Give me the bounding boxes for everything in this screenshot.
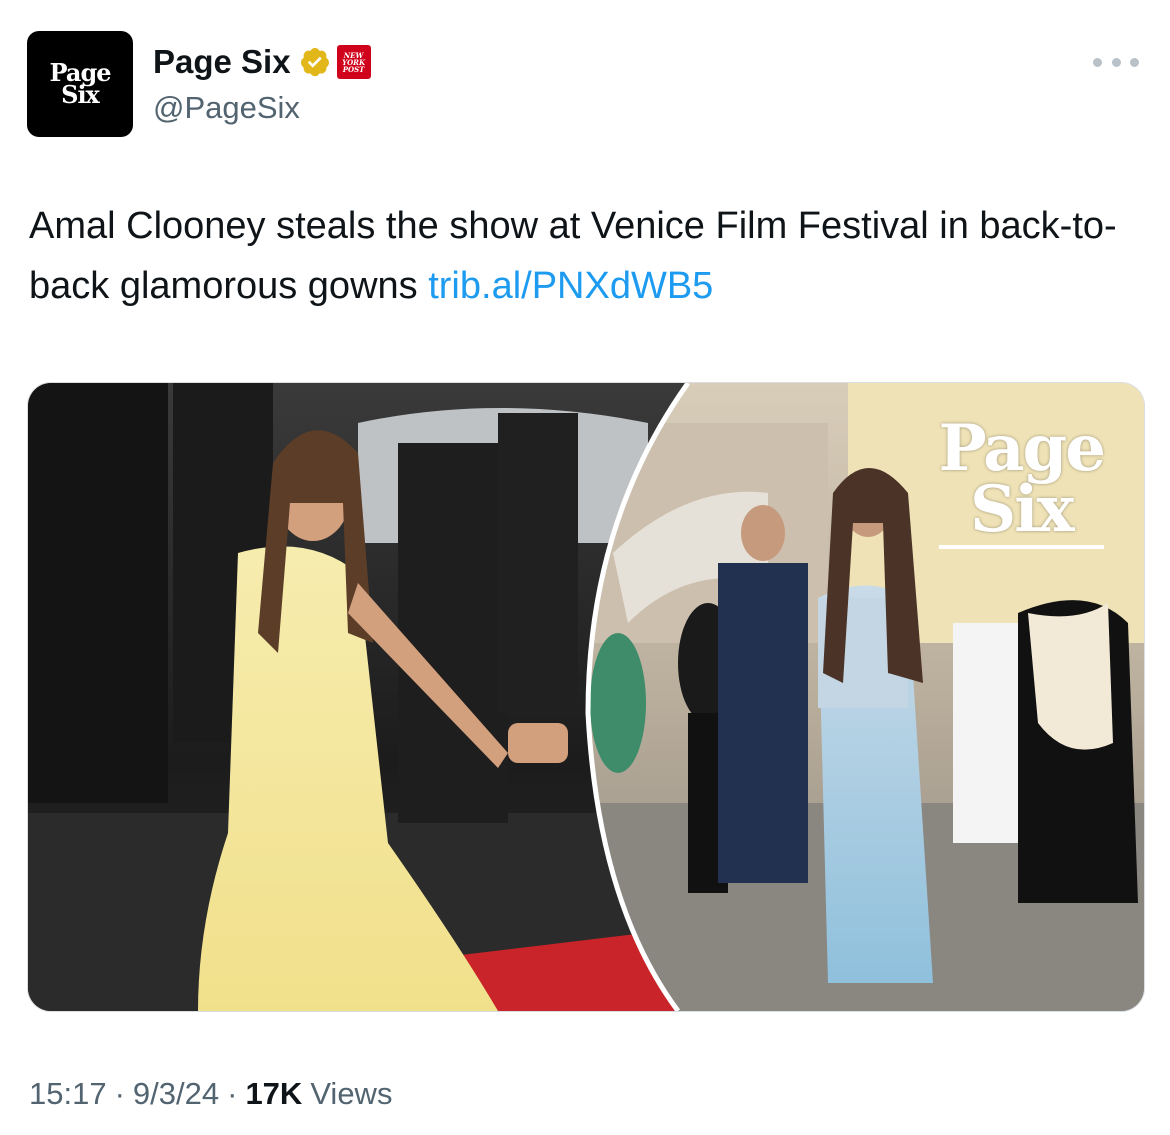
- tweet-media[interactable]: Page Six: [27, 382, 1145, 1012]
- watermark-six: Six: [969, 471, 1075, 547]
- watermark-page: Page: [938, 411, 1106, 486]
- author-name-row: Page Six NEW YORK POST: [153, 40, 371, 84]
- more-options-icon[interactable]: [1093, 50, 1139, 74]
- avatar-text-six: Six: [61, 80, 100, 109]
- tweet-meta: 15:17 · 9/3/24 · 17K Views: [29, 1076, 392, 1112]
- verified-badge-icon[interactable]: [299, 46, 331, 78]
- display-name[interactable]: Page Six: [153, 43, 291, 81]
- page-six-watermark: Page Six: [938, 411, 1106, 549]
- tweet-time[interactable]: 15:17: [29, 1076, 107, 1112]
- avatar[interactable]: Page Six: [27, 31, 133, 137]
- tweet-link[interactable]: trib.al/PNXdWB5: [428, 265, 713, 307]
- new-york-post-badge[interactable]: NEW YORK POST: [336, 45, 371, 79]
- views-count: 17K: [245, 1076, 303, 1111]
- more-dot: [1093, 57, 1102, 67]
- separator-dot: ·: [227, 1076, 238, 1111]
- tweet-date[interactable]: 9/3/24: [133, 1076, 219, 1112]
- views-label: Views: [310, 1076, 393, 1111]
- more-dot: [1130, 57, 1139, 67]
- author-handle[interactable]: @PageSix: [153, 90, 300, 126]
- affiliate-badge-text: NEW YORK POST: [342, 50, 366, 74]
- more-dot: [1111, 57, 1121, 67]
- tweet-text: Amal Clooney steals the show at Venice F…: [29, 196, 1139, 316]
- separator-dot: ·: [114, 1076, 125, 1111]
